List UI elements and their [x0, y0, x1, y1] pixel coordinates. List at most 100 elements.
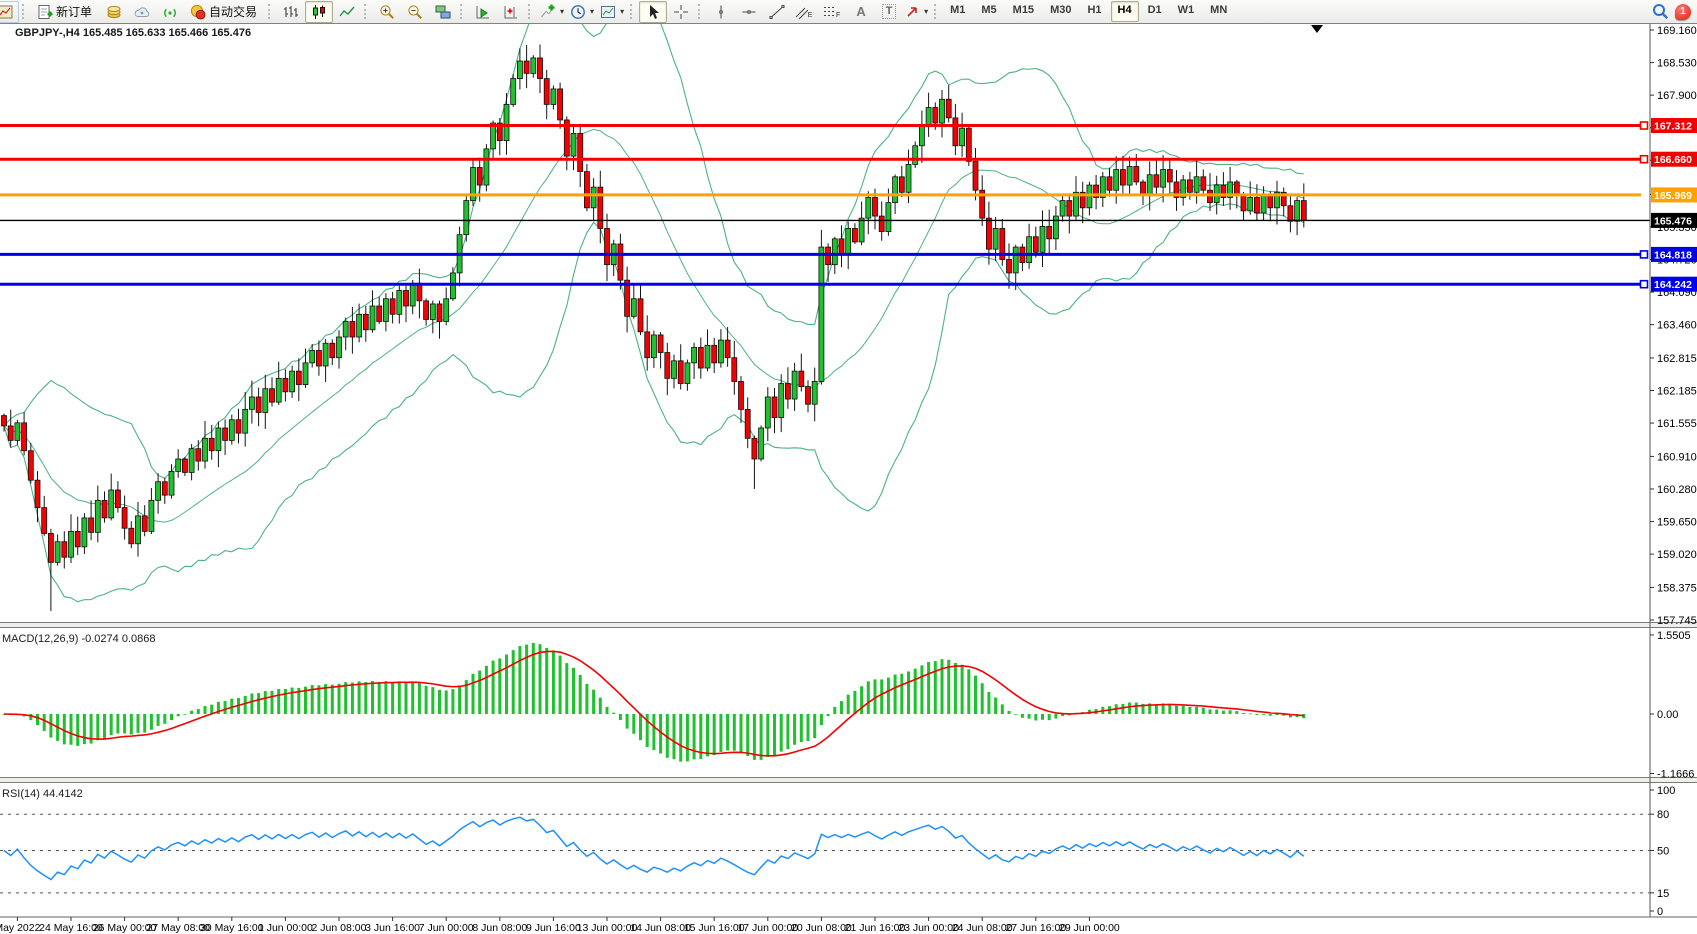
macd-histogram-bar: [907, 671, 910, 714]
bull-candle: [571, 133, 576, 156]
macd-histogram-bar: [284, 689, 287, 714]
macd-histogram-bar: [1054, 714, 1057, 719]
bull-candle: [672, 361, 677, 379]
macd-histogram-bar: [425, 686, 428, 714]
auto-scroll-button[interactable]: [469, 1, 497, 23]
bull-candle: [765, 397, 770, 428]
auto-trading-icon: [190, 4, 206, 20]
bear-candle: [122, 508, 127, 529]
bear-candle: [1167, 170, 1172, 182]
market-button[interactable]: [100, 1, 128, 23]
horizontal-line-button[interactable]: [735, 1, 763, 23]
timeframe-button-h4[interactable]: H4: [1111, 1, 1139, 22]
macd-histogram-bar: [103, 714, 106, 739]
price-chart[interactable]: 169.160168.530167.900167.270166.640165.9…: [0, 0, 1697, 934]
macd-histogram-bar: [70, 714, 73, 745]
equidistant-channel-button[interactable]: [791, 1, 819, 23]
bear-candle: [678, 361, 683, 384]
bull-candle: [216, 428, 221, 451]
bollinger-upper-band: [4, 0, 1304, 478]
bear-candle: [363, 314, 368, 330]
bull-candle: [156, 482, 161, 501]
indicators-button[interactable]: [537, 1, 567, 23]
tile-windows-button[interactable]: [429, 1, 457, 23]
timeframe-button-m30[interactable]: M30: [1043, 1, 1078, 22]
bear-candle: [2, 416, 7, 426]
zoom-in-button[interactable]: [373, 1, 401, 23]
profile-button[interactable]: [128, 1, 156, 23]
zoom-in-icon: [379, 4, 395, 20]
new-order-button[interactable]: 新订单: [31, 1, 100, 23]
fibonacci-button[interactable]: [819, 1, 847, 23]
bull-candle: [511, 79, 516, 105]
cursor-button[interactable]: [639, 1, 667, 23]
macd-pane: [3, 643, 1306, 762]
timeframe-button-h1[interactable]: H1: [1080, 1, 1108, 22]
axis-tick-label: 160.280: [1657, 484, 1697, 496]
text-label-tool-button[interactable]: [875, 1, 903, 23]
crosshair-button[interactable]: [667, 1, 695, 23]
arrows-tool-button[interactable]: [903, 1, 931, 23]
macd-histogram-bar: [813, 714, 816, 738]
macd-histogram-bar: [987, 692, 990, 714]
macd-histogram-bar: [686, 714, 689, 761]
bull-candle: [357, 314, 362, 337]
bear-candle: [1141, 182, 1146, 195]
axis-tick-label: 0.00: [1657, 709, 1678, 721]
bear-candle: [806, 387, 811, 405]
macd-histogram-bar: [1021, 714, 1024, 718]
signals-button[interactable]: [156, 1, 184, 23]
macd-histogram-bar: [1128, 702, 1131, 714]
candlestick-chart-button[interactable]: [305, 1, 333, 23]
timeframe-button-m5[interactable]: M5: [974, 1, 1003, 22]
macd-histogram-bar: [485, 666, 488, 714]
bull-candle: [430, 304, 435, 320]
bull-candle: [859, 218, 864, 242]
bear-candle: [129, 528, 134, 544]
toolbar-grip: [528, 4, 533, 19]
macd-histogram-bar: [197, 709, 200, 714]
bull-candle: [323, 343, 328, 366]
timeframe-button-m1[interactable]: M1: [943, 1, 972, 22]
auto-trading-button[interactable]: 自动交易: [184, 1, 265, 23]
zoom-out-button[interactable]: [401, 1, 429, 23]
axis-tick-label: -1.1666: [1657, 768, 1694, 780]
bear-candle: [732, 358, 737, 382]
macd-histogram-bar: [974, 676, 977, 714]
time-axis-label: 9 Jun 16:00: [526, 922, 581, 934]
search-icon[interactable]: [1652, 3, 1669, 20]
timeframe-button-m15[interactable]: M15: [1006, 1, 1041, 22]
timeframe-button-mn[interactable]: MN: [1203, 1, 1234, 22]
line-end-marker: [1641, 281, 1648, 288]
bull-candle: [276, 378, 281, 402]
macd-histogram-bar: [190, 711, 193, 714]
trendline-button[interactable]: [763, 1, 791, 23]
macd-histogram-bar: [539, 644, 542, 714]
bear-candle: [839, 239, 844, 255]
macd-histogram-bar: [1209, 709, 1212, 714]
timeframe-button-w1[interactable]: W1: [1171, 1, 1202, 22]
notification-badge[interactable]: 1: [1675, 4, 1691, 20]
templates-button[interactable]: [597, 1, 627, 23]
vertical-line-button[interactable]: [707, 1, 735, 23]
macd-histogram-bar: [438, 690, 441, 714]
chart-shift-marker-icon[interactable]: [1311, 25, 1323, 33]
macd-histogram-bar: [894, 675, 897, 714]
macd-histogram-bar: [472, 674, 475, 714]
timeframe-button-d1[interactable]: D1: [1141, 1, 1169, 22]
periods-button[interactable]: [567, 1, 597, 23]
chart-shift-button[interactable]: [497, 1, 525, 23]
bear-candle: [417, 283, 422, 301]
bull-candle: [819, 247, 824, 381]
macd-histogram-bar: [780, 714, 783, 752]
text-tool-button[interactable]: [847, 1, 875, 23]
line-chart-button[interactable]: [333, 1, 361, 23]
chevron-down-icon: [620, 7, 624, 16]
macd-histogram-bar: [492, 661, 495, 714]
bar-chart-button[interactable]: [277, 1, 305, 23]
macd-histogram-bar: [378, 682, 381, 714]
bear-candle: [1107, 177, 1112, 190]
macd-histogram-bar: [740, 714, 743, 753]
toolbar-grip: [460, 4, 465, 19]
auto-trading-label: 自动交易: [209, 3, 259, 20]
